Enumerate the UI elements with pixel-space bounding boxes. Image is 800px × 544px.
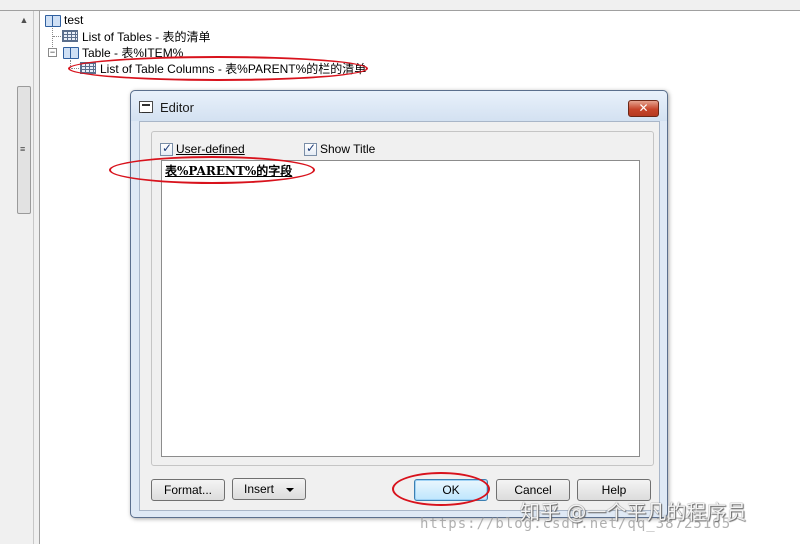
user-defined-checkbox[interactable] bbox=[160, 141, 173, 156]
top-toolbar-strip bbox=[0, 0, 800, 11]
user-defined-label: User-defined bbox=[176, 142, 245, 156]
ok-button-label: OK bbox=[442, 483, 460, 497]
tree-connector bbox=[70, 60, 71, 68]
tree-node-list-of-tables[interactable]: List of Tables - 表的清单 bbox=[62, 28, 211, 44]
tree-node-root[interactable]: test bbox=[44, 12, 83, 28]
editor-text-area[interactable]: 表%PARENT%的字段 bbox=[161, 160, 640, 457]
editor-content: 表%PARENT%的字段 bbox=[165, 164, 293, 178]
format-button[interactable]: Format... bbox=[151, 479, 225, 501]
tree-node-label: test bbox=[64, 13, 84, 27]
ok-button[interactable]: OK bbox=[414, 479, 488, 501]
zhihu-watermark: 知乎 @一个平凡的程序员 bbox=[520, 500, 747, 524]
tree-collapse-toggle[interactable]: − bbox=[48, 48, 57, 57]
dialog-title-bar[interactable]: Editor ✕ bbox=[131, 91, 667, 121]
scrollbar-thumb[interactable]: ≡ bbox=[17, 86, 31, 214]
tree-node-label: Table - 表%ITEM% bbox=[82, 45, 184, 60]
report-tree-view: − test List of Tables - 表的清单 Table - 表%I… bbox=[40, 11, 800, 101]
left-scroll-panel: ▲ ≡ bbox=[0, 11, 40, 544]
tree-node-label: List of Table Columns - 表%PARENT%的栏的清单 bbox=[100, 61, 367, 76]
tree-node-label: List of Tables - 表的清单 bbox=[82, 29, 211, 44]
insert-button-label: Insert bbox=[243, 482, 274, 496]
scroll-up-arrow-icon[interactable]: ▲ bbox=[16, 13, 32, 27]
dialog-title: Editor bbox=[160, 100, 194, 115]
book-icon bbox=[44, 13, 61, 27]
editor-dialog: Editor ✕ User-defined Show Title 表%PAREN… bbox=[130, 90, 668, 518]
dropdown-arrow-icon bbox=[286, 487, 294, 492]
tree-node-list-of-table-columns[interactable]: List of Table Columns - 表%PARENT%的栏的清单 bbox=[80, 60, 366, 76]
show-title-checkbox[interactable] bbox=[304, 141, 317, 156]
close-button[interactable]: ✕ bbox=[628, 100, 659, 117]
user-defined-checkbox-row[interactable]: User-defined bbox=[160, 141, 245, 156]
table-grid-icon bbox=[80, 62, 96, 74]
help-button-label: Help bbox=[601, 483, 627, 497]
dialog-client-area: User-defined Show Title 表%PARENT%的字段 For… bbox=[139, 121, 660, 511]
editor-window-icon bbox=[139, 101, 153, 113]
book-icon bbox=[62, 45, 79, 59]
table-grid-icon bbox=[62, 30, 78, 42]
show-title-checkbox-row[interactable]: Show Title bbox=[304, 141, 376, 156]
scroll-grip-icon: ≡ bbox=[20, 144, 26, 154]
show-title-label: Show Title bbox=[320, 142, 376, 156]
format-button-label: Format... bbox=[163, 483, 212, 497]
insert-dropdown-button[interactable]: Insert bbox=[232, 478, 306, 500]
cancel-button-label: Cancel bbox=[514, 483, 552, 497]
tree-node-table[interactable]: Table - 表%ITEM% bbox=[62, 44, 183, 60]
panel-divider bbox=[33, 11, 34, 544]
